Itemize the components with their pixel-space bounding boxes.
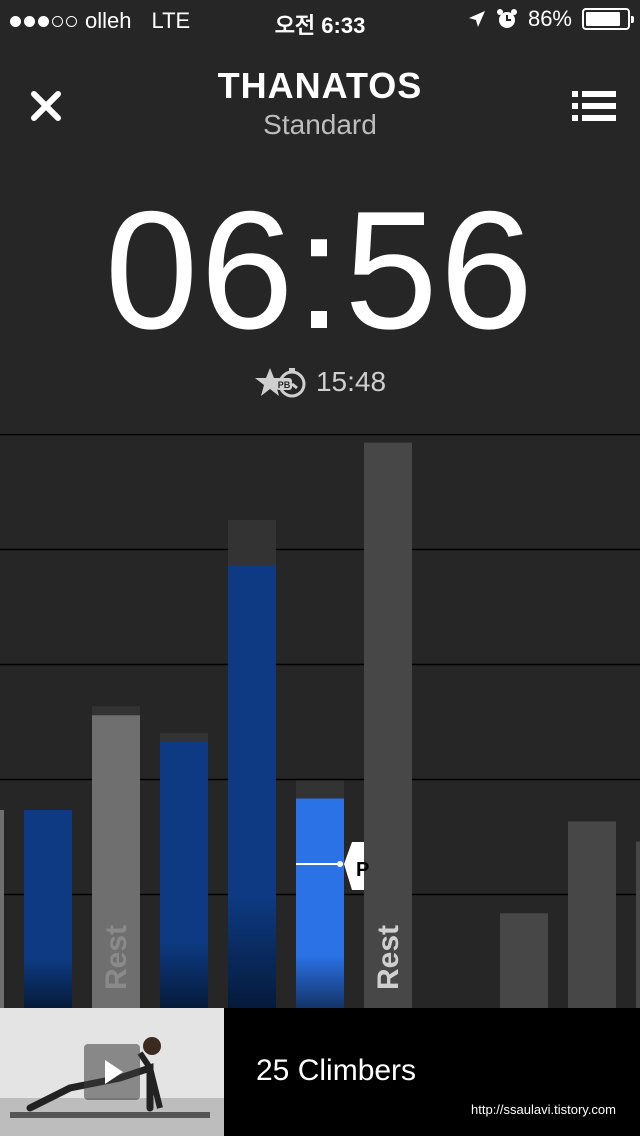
rest-label: Rest (100, 925, 133, 990)
progress-marker-label: P (356, 859, 369, 881)
chart-bar-shade (160, 741, 208, 1008)
chart-bars: Rest Rest (0, 442, 640, 1008)
chart-bar (500, 913, 548, 1008)
status-bar: olleh LTE 오전 6:33 86% (0, 0, 640, 40)
svg-text:PB: PB (278, 380, 291, 390)
elapsed-timer: 06:56 (104, 176, 536, 364)
exercise-list-button[interactable] (572, 90, 616, 122)
exercise-video-thumbnail[interactable] (0, 1008, 224, 1136)
chart-bar-shade (296, 798, 344, 1008)
chart-bar-cap (92, 706, 140, 716)
alarm-clock-icon (496, 9, 517, 28)
list-menu-icon (572, 91, 616, 121)
workout-progress-chart: Rest Rest P (0, 434, 640, 1008)
chart-bar (568, 821, 616, 1008)
personal-best: PB 15:48 (0, 364, 640, 400)
rest-label: Rest (372, 925, 405, 990)
status-right: 86% (468, 6, 634, 32)
progress-marker-dot (337, 861, 343, 867)
workout-header: THANATOS Standard (0, 65, 640, 141)
watermark-url: http://ssaulavi.tistory.com (471, 1102, 616, 1117)
chart-bar-cap (296, 780, 344, 799)
workout-title: THANATOS (217, 65, 423, 106)
chart-bar-cap (160, 733, 208, 742)
chart-bar (0, 809, 4, 1008)
chart-bar (364, 442, 412, 1008)
battery-icon (582, 8, 634, 30)
battery-percent: 86% (527, 6, 572, 31)
location-arrow-icon (468, 11, 485, 27)
stopwatch-pb-icon: PB (254, 368, 306, 398)
play-icon (105, 1060, 123, 1084)
chart-bar-cap (228, 520, 276, 567)
current-exercise-name: 25 Climbers (256, 1054, 417, 1087)
workout-variant: Standard (263, 109, 377, 140)
chart-bar-shade (228, 566, 276, 1008)
now-playing-bar: 25 Climbers http://ssaulavi.tistory.com (0, 1008, 640, 1136)
play-button[interactable] (84, 1044, 140, 1100)
personal-best-time: 15:48 (315, 366, 387, 397)
chart-bar-shade (24, 809, 72, 1008)
chart-bar (636, 841, 640, 1008)
